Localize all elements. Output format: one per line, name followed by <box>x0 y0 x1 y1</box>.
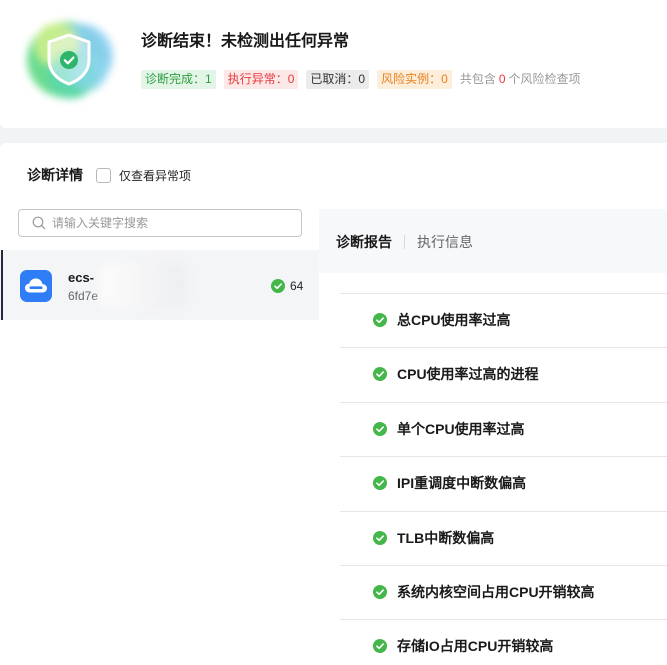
check-circle-icon <box>373 421 387 436</box>
diagnosis-details-card: 诊断详情 仅查看异常项 ecs- 6fd7e 64 诊断报告 执行信息 <box>0 143 667 665</box>
check-item-label: 系统内核空间占用CPU开销较高 <box>397 583 595 600</box>
check-circle-icon <box>373 584 387 599</box>
page-title: 诊断结束！未检测出任何异常 <box>141 33 350 50</box>
risk-instances-badge: 风险实例： 0 <box>377 70 452 89</box>
tab-diagnosis-report[interactable]: 诊断报告 <box>336 232 392 252</box>
check-item[interactable]: 系统内核空间占用CPU开销较高 <box>340 564 667 619</box>
failed-badge-label: 执行异常： <box>227 72 288 86</box>
check-item-label: IPI重调度中断数偏高 <box>397 475 527 492</box>
selected-indicator <box>1 250 3 320</box>
check-circle-icon <box>373 530 387 545</box>
completed-badge-count: 1 <box>205 72 212 86</box>
check-item[interactable]: 单个CPU使用率过高 <box>340 401 667 456</box>
search-box <box>18 209 302 237</box>
check-item[interactable]: TLB中断数偏高 <box>340 510 667 565</box>
instance-passed-count: 64 <box>290 279 304 293</box>
cancelled-badge-count: 0 <box>358 72 366 86</box>
completed-badge: 诊断完成： 1 <box>141 70 216 89</box>
cloud-server-icon <box>20 270 52 302</box>
check-circle-icon <box>373 367 387 382</box>
diagnosis-summary-card: 诊断结束！未检测出任何异常 诊断完成： 1 执行异常： 0 已取消： 0 风险实例： 0… <box>0 0 667 128</box>
risk-summary-suffix: 个风险检查项 <box>508 72 581 86</box>
search-input[interactable] <box>18 209 302 237</box>
check-item-label: TLB中断数偏高 <box>397 529 495 546</box>
abnormal-only-checkbox[interactable] <box>96 168 111 183</box>
check-item[interactable]: CPU使用率过高的进程 <box>340 347 667 401</box>
risk-summary-prefix: 共包含 <box>459 72 496 86</box>
risk-instances-badge-label: 风险实例： <box>381 72 442 86</box>
check-circle-icon <box>373 476 387 491</box>
check-item-list: 总CPU使用率过高 CPU使用率过高的进程 单个CPU使用率过高 IPI重调度中… <box>340 293 667 665</box>
risk-summary-count: 0 <box>498 72 506 86</box>
check-item[interactable]: 存储IO占用CPU开销较高 <box>340 619 667 665</box>
instance-list-item[interactable]: ecs- 6fd7e 64 <box>0 250 319 320</box>
search-icon <box>32 216 46 230</box>
failed-badge-count: 0 <box>287 72 295 86</box>
shield-check-icon <box>19 9 119 109</box>
check-item-label: CPU使用率过高的进程 <box>397 366 539 383</box>
check-circle-icon <box>373 639 387 654</box>
redaction-blur <box>100 262 186 308</box>
risk-instances-badge-count: 0 <box>441 72 448 86</box>
instance-name: ecs- <box>68 270 95 285</box>
check-item-label: 总CPU使用率过高 <box>397 312 511 328</box>
details-title: 诊断详情 <box>27 167 83 183</box>
cancelled-badge: 已取消： 0 <box>306 70 370 89</box>
risk-summary: 共包含 0 个风险检查项 <box>460 70 581 89</box>
failed-badge: 执行异常： 0 <box>223 70 299 89</box>
check-circle-icon <box>271 279 285 293</box>
tab-divider <box>404 235 405 249</box>
cancelled-badge-label: 已取消： <box>310 72 359 86</box>
report-tabs: 诊断报告 执行信息 <box>319 209 667 273</box>
completed-badge-label: 诊断完成： <box>145 72 206 86</box>
tab-execution-info[interactable]: 执行信息 <box>417 232 473 252</box>
status-badge-row: 诊断完成： 1 执行异常： 0 已取消： 0 风险实例： 0 共包含 0 个风险检查项 <box>141 70 581 89</box>
abnormal-only-label[interactable]: 仅查看异常项 <box>119 168 191 184</box>
check-item-label: 存储IO占用CPU开销较高 <box>397 638 554 655</box>
check-item[interactable]: 总CPU使用率过高 <box>340 293 667 347</box>
instance-id: 6fd7e <box>68 289 99 303</box>
check-item-label: 单个CPU使用率过高 <box>397 420 525 437</box>
check-item[interactable]: IPI重调度中断数偏高 <box>340 456 667 510</box>
check-circle-icon <box>373 313 387 327</box>
